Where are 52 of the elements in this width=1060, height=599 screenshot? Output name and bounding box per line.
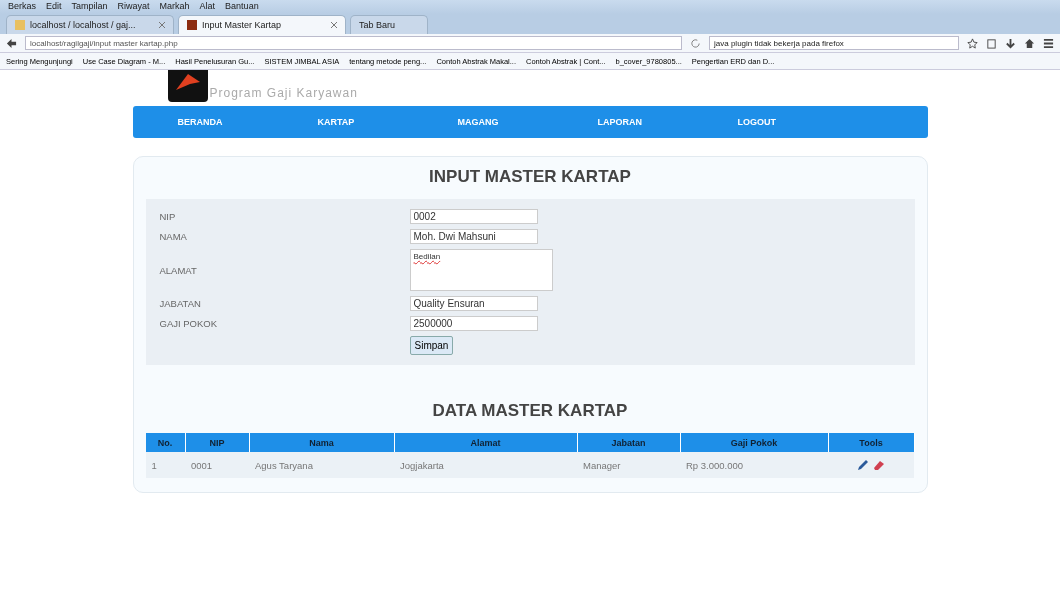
field-label: NAMA: [159, 231, 188, 242]
column-header: NIP: [185, 433, 249, 452]
input-field[interactable]: 2500000: [409, 316, 538, 331]
download-icon[interactable]: [1005, 37, 1016, 49]
input-field[interactable]: Quality Ensuran: [409, 296, 538, 311]
address-bar[interactable]: localhost/ragilgaji/input master kartap.php: [25, 36, 682, 50]
browser-tab[interactable]: Tab Baru: [350, 15, 428, 34]
home-icon[interactable]: [1024, 37, 1035, 49]
menu-item[interactable]: Bantuan: [225, 1, 259, 13]
menu-item[interactable]: Tampilan: [71, 1, 108, 13]
page-icon: [187, 20, 197, 30]
form-title: INPUT MASTER KARTAP: [428, 166, 632, 188]
close-icon[interactable]: [159, 22, 165, 28]
menu-item[interactable]: Edit: [46, 1, 62, 13]
pencil-icon[interactable]: [857, 459, 869, 471]
column-header: Gaji Pokok: [680, 433, 828, 452]
back-arrow-icon[interactable]: [6, 37, 17, 49]
field-label: NIP: [159, 211, 177, 222]
eraser-icon[interactable]: [873, 459, 885, 471]
column-header: Alamat: [394, 433, 577, 452]
menu-item[interactable]: Berkas: [8, 1, 36, 13]
browser-tab[interactable]: Input Master Kartap: [178, 15, 346, 34]
menu-item[interactable]: Riwayat: [117, 1, 150, 13]
column-header: Nama: [249, 433, 394, 452]
field-label: GAJI POKOK: [159, 318, 219, 329]
table-cell: 1: [145, 452, 185, 478]
field-label: JABATAN: [159, 298, 202, 309]
menu-item[interactable]: Markah: [159, 1, 190, 13]
logo-icon: [167, 70, 208, 102]
menu-item[interactable]: Alat: [199, 1, 216, 13]
input-field[interactable]: Moh. Dwi Mahsuni: [409, 229, 538, 244]
field-label: ALAMAT: [159, 264, 198, 276]
table-title: DATA MASTER KARTAP: [431, 400, 629, 422]
table-cell: Agus Taryana: [249, 452, 394, 478]
save-button[interactable]: Simpan: [409, 336, 454, 355]
table-cell: Jogjakarta: [394, 452, 577, 478]
close-icon[interactable]: [331, 22, 337, 28]
reload-icon[interactable]: [690, 37, 701, 49]
column-header: No.: [145, 433, 185, 452]
browser-tab[interactable]: localhost / localhost / gaj...: [6, 15, 174, 34]
column-header: Jabatan: [577, 433, 680, 452]
star-icon[interactable]: [967, 37, 978, 49]
folder-icon: [15, 20, 25, 30]
input-field[interactable]: 0002: [409, 209, 538, 224]
input-field[interactable]: Bedilan: [409, 249, 553, 291]
search-field[interactable]: java plugin tidak bekerja pada firefox: [709, 36, 959, 50]
table-cell: 0001: [185, 452, 249, 478]
table-cell: Manager: [577, 452, 680, 478]
table-cell: Rp 3.000.000: [680, 452, 828, 478]
menu-icon[interactable]: [1043, 37, 1054, 49]
site-subtitle: Program Gaji Karyawan: [209, 86, 358, 102]
column-header: Tools: [828, 433, 914, 452]
